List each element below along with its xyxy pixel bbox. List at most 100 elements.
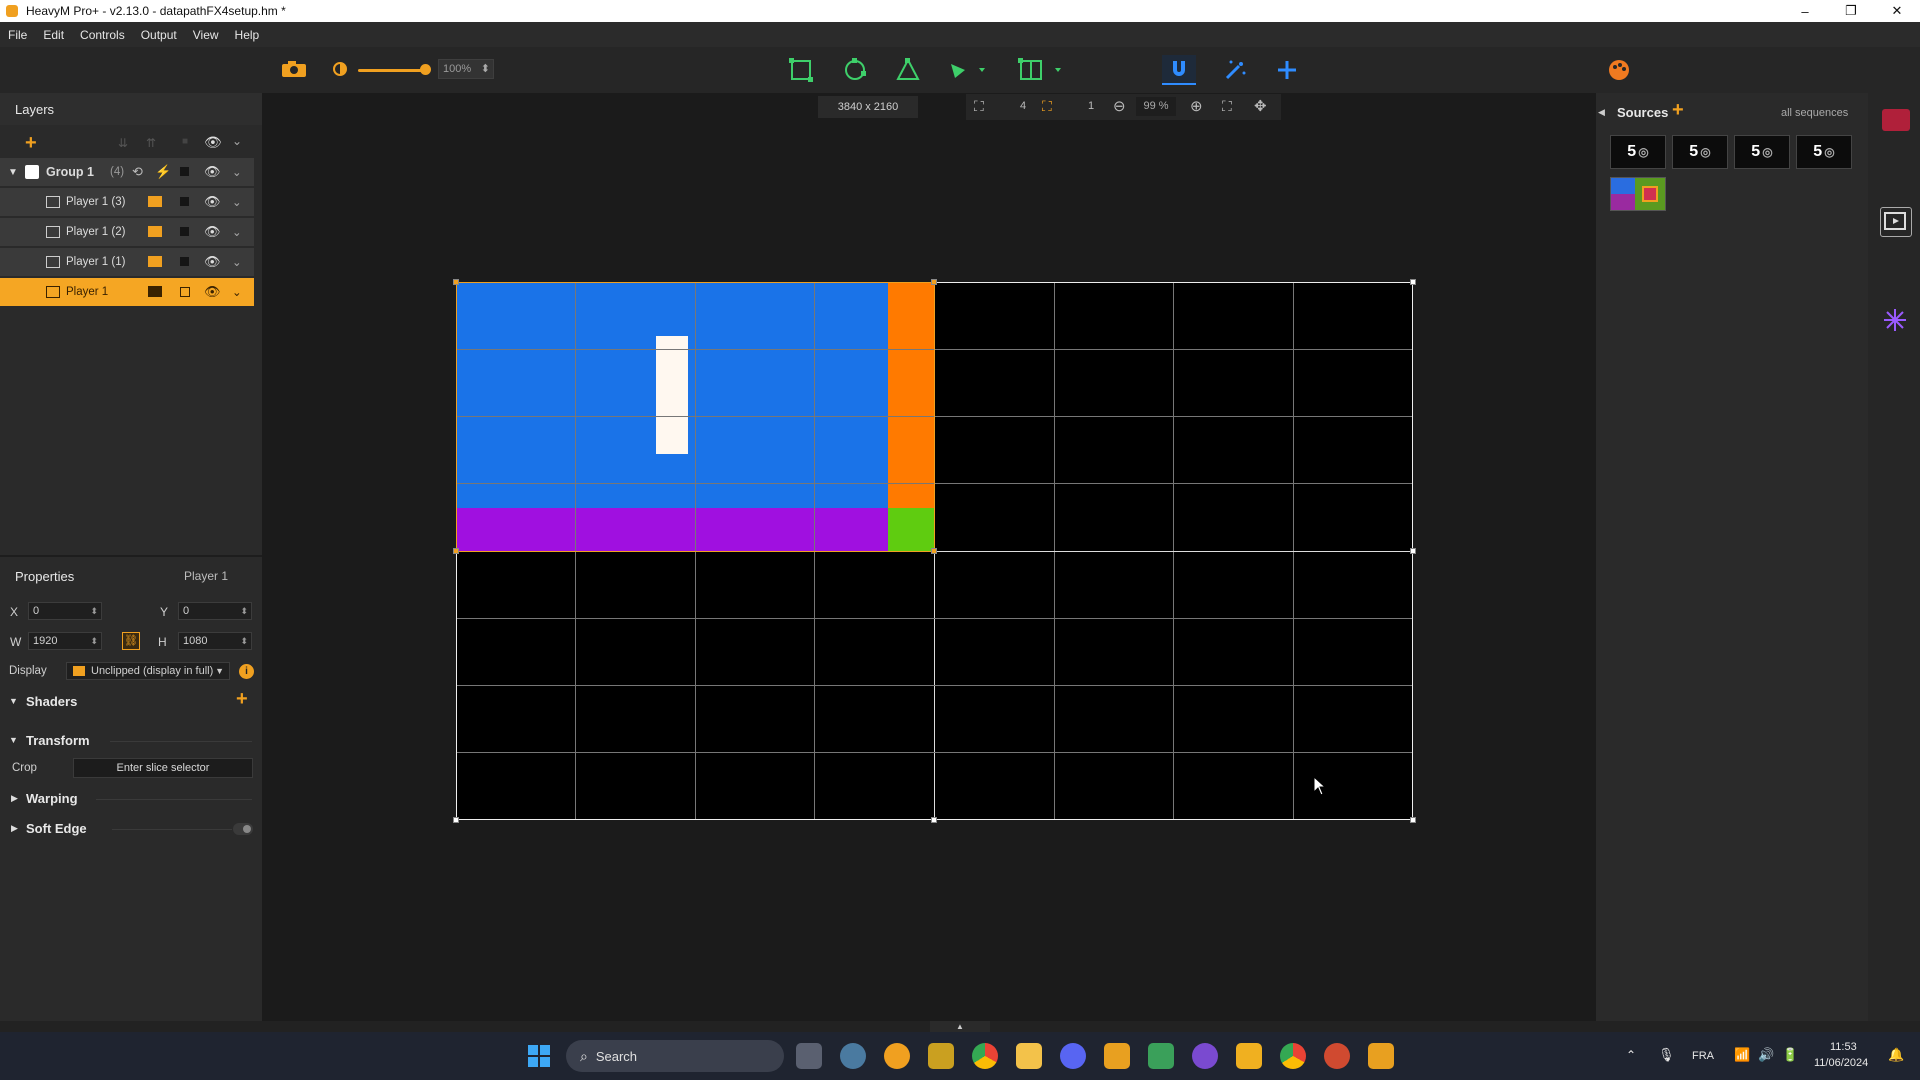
fit-to-screen-icon[interactable]: ⛶ bbox=[1222, 98, 1232, 115]
pan-icon[interactable]: ✥ bbox=[1254, 97, 1267, 115]
height-field[interactable]: 1080 ⬍ bbox=[178, 632, 252, 650]
lambda-app-icon[interactable] bbox=[928, 1043, 954, 1069]
close-button[interactable]: ✕ bbox=[1874, 0, 1920, 22]
zoom-in-icon[interactable]: ⊕ bbox=[1190, 97, 1203, 115]
grid-columns-icon[interactable]: ⛶ bbox=[974, 98, 984, 115]
collapse-arrow-icon[interactable]: ▶ bbox=[11, 823, 18, 834]
chrome-icon[interactable] bbox=[1280, 1043, 1306, 1069]
blackout-icon[interactable]: ■ bbox=[182, 136, 188, 147]
warping-section[interactable]: Warping bbox=[26, 791, 78, 806]
eye-icon[interactable]: 👁 bbox=[204, 254, 221, 270]
collapse-arrow-icon[interactable]: ▶ bbox=[11, 793, 18, 804]
shaders-section[interactable]: Shaders bbox=[26, 694, 77, 709]
soft-edge-section[interactable]: Soft Edge bbox=[26, 821, 87, 836]
tray-chevron-icon[interactable]: ⌃ bbox=[1626, 1048, 1636, 1062]
source-thumbnail[interactable]: 5 ◎ bbox=[1796, 135, 1852, 169]
y-field[interactable]: 0 ⬍ bbox=[178, 602, 252, 620]
transform-handle[interactable] bbox=[931, 548, 937, 554]
microphone-icon[interactable]: 🎙 bbox=[1658, 1047, 1675, 1063]
heavym-taskbar-icon[interactable] bbox=[1104, 1043, 1130, 1069]
blackout-toggle[interactable] bbox=[180, 227, 189, 236]
slice-selector-button[interactable]: Enter slice selector bbox=[73, 758, 253, 778]
sources-filter[interactable]: all sequences bbox=[1781, 107, 1848, 119]
layer-row-selected[interactable]: Player 1 👁 ⌄ bbox=[0, 278, 254, 306]
transform-handle[interactable] bbox=[453, 548, 459, 554]
sparkle-icon[interactable] bbox=[1882, 307, 1908, 333]
blackout-toggle[interactable] bbox=[180, 197, 189, 206]
lock-ratio-icon[interactable]: ⛓ bbox=[122, 632, 140, 650]
app-icon[interactable] bbox=[1324, 1043, 1350, 1069]
group-checkbox[interactable] bbox=[25, 165, 39, 179]
layer-group-row[interactable]: ▼ Group 1 (4) ⟲ ⚡ 👁 ⌄ bbox=[0, 158, 254, 186]
menu-help[interactable]: Help bbox=[227, 28, 268, 42]
zoom-out-icon[interactable]: ⊖ bbox=[1113, 97, 1126, 115]
palette-icon[interactable] bbox=[1604, 55, 1634, 85]
pen-tool-icon[interactable] bbox=[945, 55, 989, 85]
menu-controls[interactable]: Controls bbox=[72, 28, 133, 42]
grid-columns-value[interactable]: 4 bbox=[1020, 100, 1026, 112]
minimize-button[interactable]: – bbox=[1782, 0, 1828, 22]
layer-row[interactable]: Player 1 (2) 👁 ⌄ bbox=[0, 218, 254, 246]
file-explorer-icon[interactable] bbox=[1016, 1043, 1042, 1069]
source-thumbnail[interactable]: 5 ◎ bbox=[1672, 135, 1728, 169]
zoom-field[interactable]: 100% ⬍ bbox=[438, 59, 494, 79]
lightning-icon[interactable]: ⚡ bbox=[155, 164, 171, 180]
move-up-icon[interactable]: ⇈ bbox=[146, 136, 156, 150]
brightness-slider-handle[interactable] bbox=[420, 64, 431, 75]
transform-handle[interactable] bbox=[1410, 548, 1416, 554]
chevron-down-icon[interactable]: ⌄ bbox=[232, 134, 242, 148]
grid-rows-value[interactable]: 1 bbox=[1088, 100, 1094, 112]
projection-stage[interactable] bbox=[453, 279, 1416, 823]
eye-icon[interactable]: 👁 bbox=[204, 194, 221, 210]
link-icon[interactable]: ⟲ bbox=[132, 164, 143, 180]
x-field[interactable]: 0 ⬍ bbox=[28, 602, 102, 620]
transform-handle[interactable] bbox=[1410, 817, 1416, 823]
sticky-notes-icon[interactable] bbox=[1236, 1043, 1262, 1069]
settings-icon[interactable] bbox=[840, 1043, 866, 1069]
transform-handle[interactable] bbox=[453, 817, 459, 823]
notification-icon[interactable]: 🔔 bbox=[1888, 1047, 1904, 1063]
expand-arrow-icon[interactable]: ▼ bbox=[9, 735, 18, 745]
eye-icon[interactable]: 👁 bbox=[204, 224, 221, 240]
transform-handle[interactable] bbox=[453, 279, 459, 285]
layer-row[interactable]: Player 1 (1) 👁 ⌄ bbox=[0, 248, 254, 276]
add-source-icon[interactable]: + bbox=[1672, 99, 1684, 122]
chrome-icon[interactable] bbox=[972, 1043, 998, 1069]
language-indicator[interactable]: FRA bbox=[1692, 1050, 1714, 1062]
wifi-icon[interactable]: 📶 bbox=[1734, 1047, 1750, 1063]
clock-time[interactable]: 11:53 bbox=[1830, 1041, 1857, 1053]
eye-icon[interactable]: 👁 bbox=[204, 134, 222, 151]
app-icon[interactable] bbox=[1148, 1043, 1174, 1069]
menu-output[interactable]: Output bbox=[133, 28, 185, 42]
effects-icon[interactable] bbox=[1220, 55, 1250, 85]
chevron-down-icon[interactable]: ⌄ bbox=[232, 225, 242, 239]
clock-date[interactable]: 11/06/2024 bbox=[1814, 1057, 1868, 1069]
blackout-toggle[interactable] bbox=[180, 167, 189, 176]
transform-handle[interactable] bbox=[931, 279, 937, 285]
crosshair-icon[interactable] bbox=[1272, 55, 1302, 85]
width-field[interactable]: 1920 ⬍ bbox=[28, 632, 102, 650]
transform-handle[interactable] bbox=[1410, 279, 1416, 285]
layer-row[interactable]: Player 1 (3) 👁 ⌄ bbox=[0, 188, 254, 216]
transform-section[interactable]: Transform bbox=[26, 733, 90, 748]
magnet-icon[interactable] bbox=[1162, 55, 1196, 85]
windows-start-icon[interactable] bbox=[528, 1045, 550, 1067]
canvas-zoom-field[interactable]: 99 % bbox=[1136, 97, 1176, 116]
rectangle-shape-icon[interactable] bbox=[786, 55, 816, 85]
github-icon[interactable] bbox=[1192, 1043, 1218, 1069]
menu-edit[interactable]: Edit bbox=[35, 28, 72, 42]
projector-preview-icon[interactable] bbox=[1880, 207, 1912, 237]
maximize-button[interactable]: ❐ bbox=[1828, 0, 1874, 22]
transform-handle[interactable] bbox=[931, 817, 937, 823]
menu-view[interactable]: View bbox=[185, 28, 227, 42]
expand-arrow-icon[interactable]: ▼ bbox=[8, 167, 18, 178]
chevron-down-icon[interactable]: ⌄ bbox=[232, 165, 242, 179]
circle-shape-icon[interactable] bbox=[840, 55, 870, 85]
add-shader-icon[interactable]: + bbox=[236, 688, 248, 711]
chevron-down-icon[interactable]: ⌄ bbox=[232, 285, 242, 299]
discord-icon[interactable] bbox=[1060, 1043, 1086, 1069]
expand-timeline-icon[interactable]: ▲ bbox=[930, 1021, 990, 1032]
blackout-toggle[interactable] bbox=[180, 257, 189, 266]
volume-icon[interactable]: 🔊 bbox=[1758, 1047, 1774, 1063]
heavym-taskbar-icon[interactable] bbox=[1368, 1043, 1394, 1069]
